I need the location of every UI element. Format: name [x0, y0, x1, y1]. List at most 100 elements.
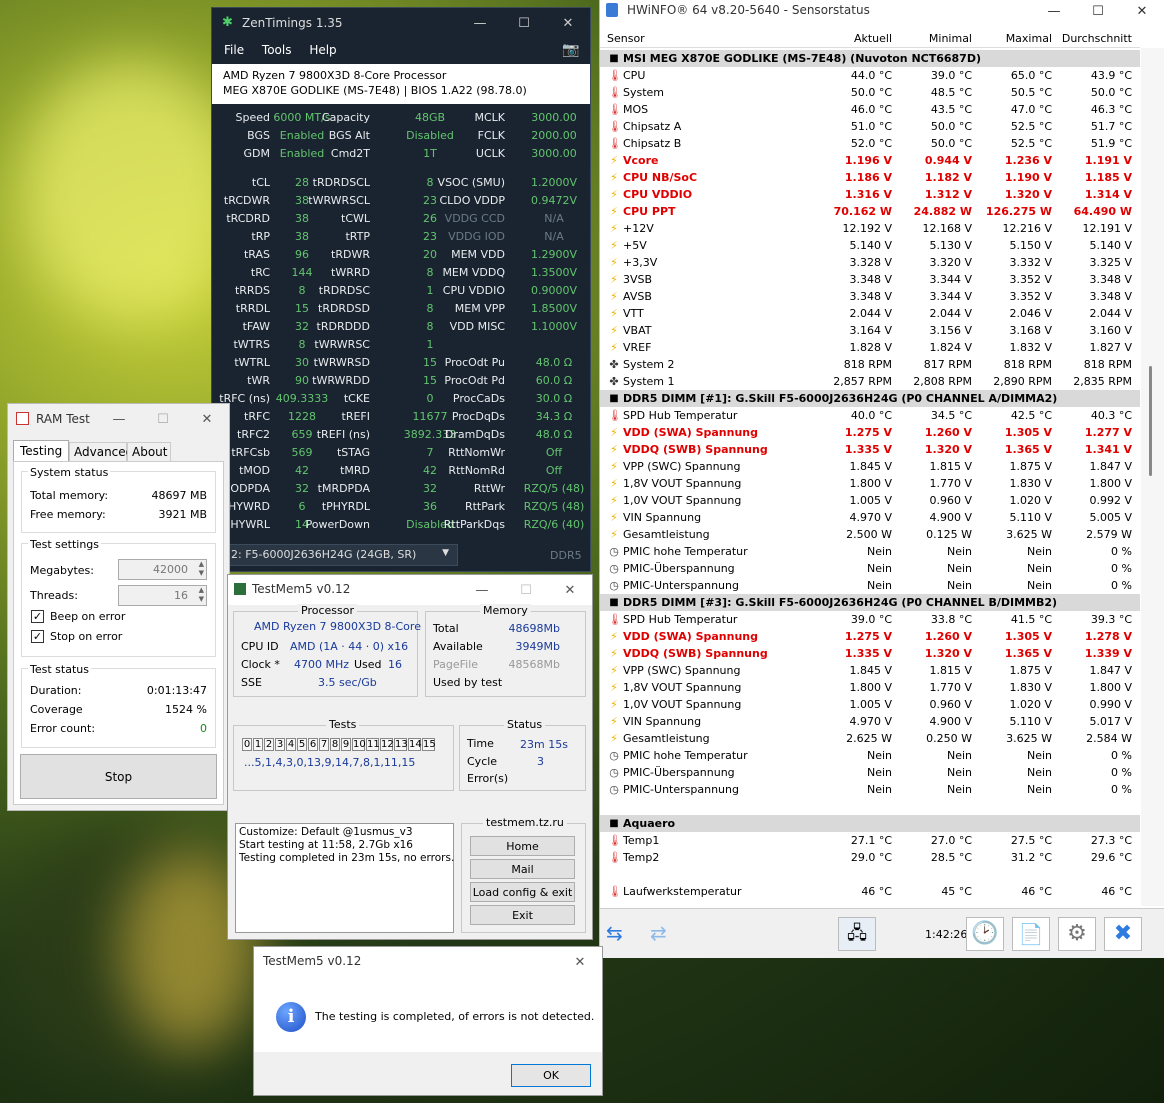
- col-max[interactable]: Maximal: [1006, 32, 1052, 45]
- sensor-row[interactable]: ⚡ 1,0V VOUT Spannung 1.005 V 0.960 V 1.020 V…: [600, 492, 1140, 509]
- sensor-group-header[interactable]: ■ DDR5 DIMM [#3]: G.Skill F5-6000J2636H24…: [600, 594, 1140, 611]
- sensor-row[interactable]: [600, 866, 1140, 883]
- maximize-button[interactable]: ☐: [1076, 0, 1120, 22]
- sensor-row[interactable]: ◷ PMIC-Überspannung Nein Nein Nein 0 %: [600, 560, 1140, 577]
- exit-button[interactable]: Exit: [470, 905, 575, 925]
- sensor-row[interactable]: ⚡ 1,0V VOUT Spannung 1.005 V 0.960 V 1.020 V…: [600, 696, 1140, 713]
- sensor-row[interactable]: ⚡ CPU PPT 70.162 W 24.882 W 126.275 W 64.490 …: [600, 203, 1140, 220]
- beep-checkbox[interactable]: ✓: [31, 610, 44, 623]
- sensor-row[interactable]: ⚡ CPU VDDIO 1.316 V 1.312 V 1.320 V 1.314 V: [600, 186, 1140, 203]
- settings-gear-icon[interactable]: ⚙: [1058, 917, 1096, 951]
- sensor-row[interactable]: 🌡 Temp2 29.0 °C 28.5 °C 31.2 °C 29.6 °C: [600, 849, 1140, 866]
- menu-file[interactable]: File: [224, 43, 244, 57]
- sensor-row[interactable]: ⚡ 1,8V VOUT Spannung 1.800 V 1.770 V 1.830 V…: [600, 475, 1140, 492]
- collapse-arrows-icon[interactable]: ⇄: [650, 921, 667, 945]
- sensor-row[interactable]: ✤ System 2 818 RPM 817 RPM 818 RPM 818 RPM: [600, 356, 1140, 373]
- close-button[interactable]: ✕: [1120, 0, 1164, 22]
- dimm-select[interactable]: 2: F5-6000J2636H24G (24GB, SR) ▼: [222, 544, 458, 566]
- sensor-row[interactable]: ◷ PMIC-Unterspannung Nein Nein Nein 0 %: [600, 781, 1140, 798]
- close-button[interactable]: ✕: [546, 8, 590, 38]
- sensor-row[interactable]: 🌡 Temp1 27.1 °C 27.0 °C 27.5 °C 27.3 °C: [600, 832, 1140, 849]
- col-sensor[interactable]: Sensor: [607, 32, 645, 45]
- sensor-row[interactable]: ⚡ VREF 1.828 V 1.824 V 1.832 V 1.827 V: [600, 339, 1140, 356]
- sensor-row[interactable]: 🌡 SPD Hub Temperatur 39.0 °C 33.8 °C 41.5 °C…: [600, 611, 1140, 628]
- sensor-row[interactable]: ⚡ CPU NB/SoC 1.186 V 1.182 V 1.190 V 1.185 V: [600, 169, 1140, 186]
- close-x-icon[interactable]: ✖: [1104, 917, 1142, 951]
- sensor-row[interactable]: ⚡ Vcore 1.196 V 0.944 V 1.236 V 1.191 V: [600, 152, 1140, 169]
- sensor-row[interactable]: ◷ PMIC hohe Temperatur Nein Nein Nein 0 %: [600, 747, 1140, 764]
- maximize-button[interactable]: ☐: [502, 8, 546, 38]
- sensor-row[interactable]: ⚡ VDDQ (SWB) Spannung 1.335 V 1.320 V 1.365 …: [600, 645, 1140, 662]
- sensor-row[interactable]: ⚡ +12V 12.192 V 12.168 V 12.216 V 12.191 V: [600, 220, 1140, 237]
- stop-button[interactable]: Stop: [20, 754, 217, 799]
- sensor-row[interactable]: ⚡ VPP (SWC) Spannung 1.845 V 1.815 V 1.875 V…: [600, 662, 1140, 679]
- log-output[interactable]: Customize: Default @1usmus_v3 Start test…: [235, 823, 454, 933]
- maximize-button[interactable]: ☐: [141, 404, 185, 434]
- sensor-row[interactable]: ⚡ 1,8V VOUT Spannung 1.800 V 1.770 V 1.830 V…: [600, 679, 1140, 696]
- sensor-row[interactable]: ⚡ VDD (SWA) Spannung 1.275 V 1.260 V 1.305 V…: [600, 628, 1140, 645]
- sensor-row[interactable]: ◷ PMIC-Überspannung Nein Nein Nein 0 %: [600, 764, 1140, 781]
- clock-icon[interactable]: 🕑: [966, 917, 1004, 951]
- stop-on-error-checkbox[interactable]: ✓: [31, 630, 44, 643]
- scrollbar-thumb[interactable]: [1149, 366, 1152, 476]
- log-file-icon[interactable]: 📄: [1012, 917, 1050, 951]
- mail-button[interactable]: Mail: [470, 859, 575, 879]
- sensor-row[interactable]: ⚡ +3,3V 3.328 V 3.320 V 3.332 V 3.325 V: [600, 254, 1140, 271]
- sensor-row[interactable]: 🌡 SPD Hub Temperatur 40.0 °C 34.5 °C 42.5 °C…: [600, 407, 1140, 424]
- network-icon[interactable]: 🖧: [838, 917, 876, 951]
- maximize-button[interactable]: ☐: [504, 575, 548, 605]
- spin-arrows-icon[interactable]: ▲ ▼: [199, 560, 204, 578]
- col-average[interactable]: Durchschnitt: [1062, 32, 1132, 45]
- sensor-row[interactable]: ⚡ +5V 5.140 V 5.130 V 5.150 V 5.140 V: [600, 237, 1140, 254]
- ok-button[interactable]: OK: [511, 1064, 591, 1087]
- sensor-row[interactable]: 🌡 Laufwerkstemperatur 46 °C 45 °C 46 °C 46 °C: [600, 883, 1140, 900]
- sensor-row[interactable]: ⚡ VPP (SWC) Spannung 1.845 V 1.815 V 1.875 V…: [600, 458, 1140, 475]
- sensor-row[interactable]: 🌡 CPU 44.0 °C 39.0 °C 65.0 °C 43.9 °C: [600, 67, 1140, 84]
- home-button[interactable]: Home: [470, 836, 575, 856]
- col-current[interactable]: Aktuell: [854, 32, 892, 45]
- sensor-row[interactable]: 🌡 MOS 46.0 °C 43.5 °C 47.0 °C 46.3 °C: [600, 101, 1140, 118]
- sensor-row[interactable]: ⚡ Gesamtleistung 2.625 W 0.250 W 3.625 W 2.58…: [600, 730, 1140, 747]
- spin-arrows-icon[interactable]: ▲ ▼: [199, 586, 204, 604]
- sensor-row[interactable]: [600, 798, 1140, 815]
- screenshot-icon[interactable]: 📷: [562, 42, 579, 58]
- sensor-group-header[interactable]: ■ Aquaero: [600, 815, 1140, 832]
- sensor-row[interactable]: ◷ PMIC-Unterspannung Nein Nein Nein 0 %: [600, 577, 1140, 594]
- sensor-row[interactable]: ⚡ 3VSB 3.348 V 3.344 V 3.352 V 3.348 V: [600, 271, 1140, 288]
- tab-testing[interactable]: Testing: [13, 440, 69, 462]
- testmem-titlebar[interactable]: TestMem5 v0.12 — ☐ ✕: [228, 575, 592, 605]
- menu-tools[interactable]: Tools: [262, 43, 292, 57]
- close-button[interactable]: ✕: [185, 404, 229, 434]
- sensor-group-header[interactable]: ■ DDR5 DIMM [#1]: G.Skill F5-6000J2636H24…: [600, 390, 1140, 407]
- minimize-button[interactable]: —: [460, 575, 504, 605]
- sensor-row[interactable]: ◷ PMIC hohe Temperatur Nein Nein Nein 0 %: [600, 543, 1140, 560]
- close-button[interactable]: ✕: [548, 575, 592, 605]
- close-button[interactable]: ✕: [558, 947, 602, 977]
- sensor-row[interactable]: ⚡ VIN Spannung 4.970 V 4.900 V 5.110 V 5.017 …: [600, 713, 1140, 730]
- threads-input[interactable]: 16 ▲ ▼: [118, 585, 207, 606]
- minimize-button[interactable]: —: [97, 404, 141, 434]
- menu-help[interactable]: Help: [309, 43, 336, 57]
- ramtest-titlebar[interactable]: RAM Test — ☐ ✕: [8, 404, 229, 434]
- sensor-row[interactable]: ⚡ AVSB 3.348 V 3.344 V 3.352 V 3.348 V: [600, 288, 1140, 305]
- sensor-row[interactable]: 🌡 Chipsatz B 52.0 °C 50.0 °C 52.5 °C 51.9 °C: [600, 135, 1140, 152]
- scrollbar[interactable]: [1141, 48, 1164, 906]
- sensor-group-header[interactable]: ■ MSI MEG X870E GODLIKE (MS-7E48) (Nuvoto…: [600, 50, 1140, 67]
- col-min[interactable]: Minimal: [929, 32, 972, 45]
- minimize-button[interactable]: —: [1032, 0, 1076, 22]
- tab-advanced[interactable]: Advanced: [69, 442, 133, 462]
- navigate-arrows-icon[interactable]: ⇆: [606, 921, 623, 945]
- sensor-row[interactable]: 🌡 System 50.0 °C 48.5 °C 50.5 °C 50.0 °C: [600, 84, 1140, 101]
- load-config-button[interactable]: Load config & exit: [470, 882, 575, 902]
- sensor-row[interactable]: ⚡ VIN Spannung 4.970 V 4.900 V 5.110 V 5.005 …: [600, 509, 1140, 526]
- hwinfo-titlebar[interactable]: HWiNFO® 64 v8.20-5640 - Sensorstatus — ☐…: [600, 0, 1164, 22]
- minimize-button[interactable]: —: [458, 8, 502, 38]
- sensor-row[interactable]: 🌡 Chipsatz A 51.0 °C 50.0 °C 52.5 °C 51.7 °C: [600, 118, 1140, 135]
- tab-about[interactable]: About: [127, 442, 171, 462]
- sensor-row[interactable]: ⚡ VBAT 3.164 V 3.156 V 3.168 V 3.160 V: [600, 322, 1140, 339]
- megabytes-input[interactable]: 42000 ▲ ▼: [118, 559, 207, 580]
- zentimings-titlebar[interactable]: ✱ ZenTimings 1.35 — ☐ ✕: [212, 8, 590, 38]
- sensor-row[interactable]: ⚡ Gesamtleistung 2.500 W 0.125 W 3.625 W 2.57…: [600, 526, 1140, 543]
- sensor-row[interactable]: ✤ System 1 2,857 RPM 2,808 RPM 2,890 RPM 2,83…: [600, 373, 1140, 390]
- sensor-row[interactable]: ⚡ VDDQ (SWB) Spannung 1.335 V 1.320 V 1.365 …: [600, 441, 1140, 458]
